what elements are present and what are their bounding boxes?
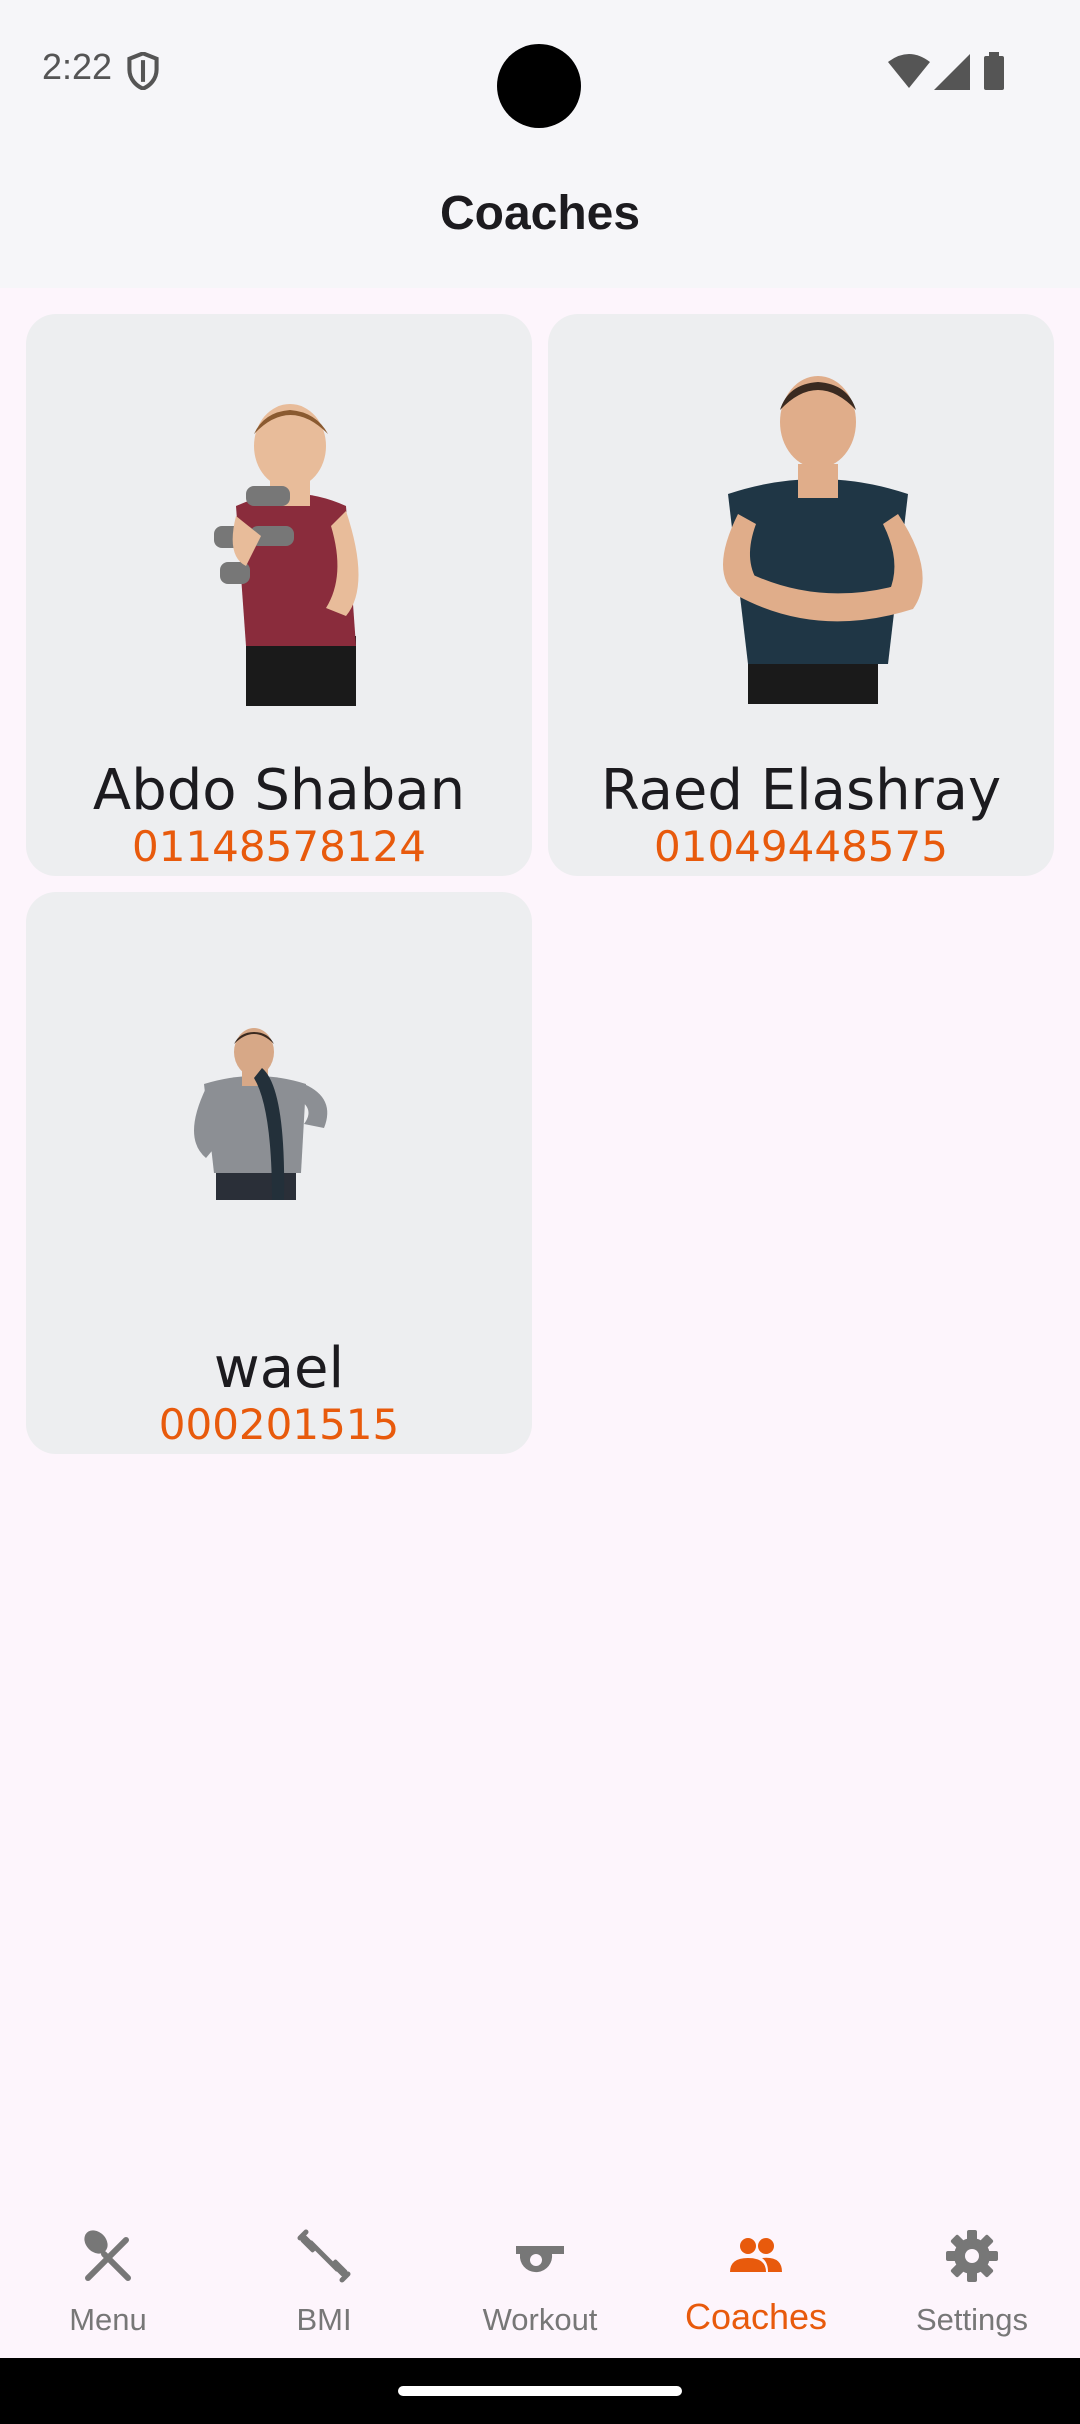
nav-item-bmi[interactable]: BMI [216, 2206, 432, 2358]
fork-knife-icon [84, 2230, 131, 2281]
coach-name: wael [213, 1336, 345, 1401]
nav-item-settings[interactable]: Settings [864, 2206, 1080, 2358]
battery-icon [984, 52, 1004, 90]
page-title: Coaches [439, 187, 641, 240]
coach-photo [214, 404, 359, 706]
coach-card[interactable]: Abdo Shaban 01148578124 [26, 314, 532, 876]
nav-item-coaches[interactable]: Coaches [648, 2206, 864, 2358]
nav-label: Coaches [684, 2296, 828, 2337]
shield-icon [127, 52, 159, 90]
coach-card[interactable]: wael 000201515 [26, 892, 532, 1454]
camera-cutout [497, 44, 581, 128]
coach-name: Raed Elashray [600, 758, 1002, 823]
nav-item-menu[interactable]: Menu [0, 2206, 216, 2358]
nav-label: Menu [69, 2302, 147, 2337]
status-time: 2:22 [42, 46, 113, 87]
nav-label: Settings [915, 2302, 1028, 2337]
nav-label: BMI [296, 2302, 352, 2337]
whistle-icon [516, 2246, 564, 2273]
nav-item-workout[interactable]: Workout [432, 2206, 648, 2358]
bottom-navigation: Menu BMI Workout Coaches Settings [0, 2206, 1080, 2358]
gear-icon [946, 2230, 998, 2282]
coach-phone: 01049448575 [654, 822, 948, 871]
dumbbell-icon [297, 2229, 351, 2283]
app-bar: Coaches [0, 140, 1080, 288]
coach-phone: 000201515 [158, 1400, 400, 1449]
coach-phone: 01148578124 [132, 822, 426, 871]
home-handle[interactable] [398, 2386, 682, 2396]
signal-icon [934, 54, 970, 90]
coach-card[interactable]: Raed Elashray 01049448575 [548, 314, 1054, 876]
nav-label: Workout [482, 2302, 598, 2337]
wifi-icon [888, 54, 930, 88]
coach-name: Abdo Shaban [92, 758, 466, 823]
people-icon [730, 2238, 782, 2272]
coach-photo [194, 1028, 328, 1200]
coach-photo [723, 376, 923, 704]
status-bar: 2:22 [0, 0, 1080, 140]
